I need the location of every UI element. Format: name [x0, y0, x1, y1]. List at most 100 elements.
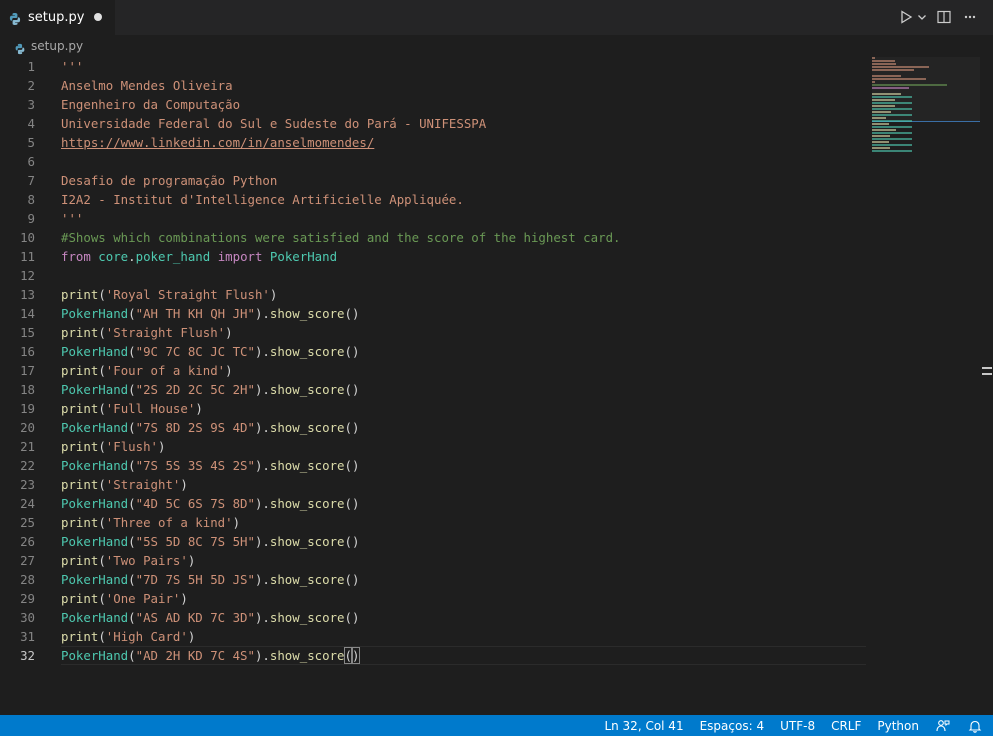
language-mode[interactable]: Python [877, 719, 919, 733]
line-number[interactable]: 17 [0, 361, 48, 380]
line-number[interactable]: 7 [0, 171, 48, 190]
line-number[interactable]: 32 [0, 646, 48, 665]
chevron-down-icon[interactable] [917, 7, 927, 27]
code-line[interactable]: print('Straight Flush') [61, 323, 866, 342]
vertical-scrollbar[interactable] [980, 57, 993, 715]
matched-bracket: ( [343, 647, 354, 664]
line-number[interactable]: 23 [0, 475, 48, 494]
line-number[interactable]: 4 [0, 114, 48, 133]
minimap-line [872, 102, 912, 104]
line-number[interactable]: 12 [0, 266, 48, 285]
line-number[interactable]: 20 [0, 418, 48, 437]
line-number[interactable]: 22 [0, 456, 48, 475]
tab-setup-py[interactable]: setup.py [0, 0, 115, 35]
code-line[interactable]: PokerHand("7S 5S 3S 4S 2S").show_score() [61, 456, 866, 475]
encoding-setting[interactable]: UTF-8 [780, 719, 815, 733]
code-token: print [61, 401, 99, 416]
line-number[interactable]: 10 [0, 228, 48, 247]
line-number[interactable]: 27 [0, 551, 48, 570]
code-line[interactable]: from core.poker_hand import PokerHand [61, 247, 866, 266]
breadcrumb-file[interactable]: setup.py [31, 39, 83, 53]
code-token: . [128, 249, 136, 264]
code-line[interactable]: Anselmo Mendes Oliveira [61, 76, 866, 95]
code-line[interactable]: #Shows which combinations were satisfied… [61, 228, 866, 247]
code-line[interactable]: PokerHand("4D 5C 6S 7S 8D").show_score() [61, 494, 866, 513]
code-line[interactable]: print('Two Pairs') [61, 551, 866, 570]
line-number[interactable]: 24 [0, 494, 48, 513]
line-number[interactable]: 3 [0, 95, 48, 114]
code-line[interactable]: Engenheiro da Computação [61, 95, 866, 114]
breadcrumb[interactable]: setup.py [0, 35, 993, 57]
code-area[interactable]: ''' Anselmo Mendes Oliveira Engenheiro da … [61, 57, 866, 665]
line-number[interactable]: 11 [0, 247, 48, 266]
line-number[interactable]: 9 [0, 209, 48, 228]
code-line[interactable]: Desafio de programação Python [61, 171, 866, 190]
code-line[interactable]: PokerHand("AH TH KH QH JH").show_score() [61, 304, 866, 323]
code-line[interactable]: PokerHand("7S 8D 2S 9S 4D").show_score() [61, 418, 866, 437]
line-number[interactable]: 29 [0, 589, 48, 608]
minimap-line [872, 57, 875, 59]
code-line[interactable]: ''' [61, 57, 866, 76]
code-line[interactable]: print('Flush') [61, 437, 866, 456]
code-line[interactable]: PokerHand("AS AD KD 7C 3D").show_score() [61, 608, 866, 627]
code-line[interactable]: ''' [61, 209, 866, 228]
line-number[interactable]: 8 [0, 190, 48, 209]
line-number[interactable]: 18 [0, 380, 48, 399]
line-number[interactable]: 30 [0, 608, 48, 627]
line-number[interactable]: 21 [0, 437, 48, 456]
code-token: ). [254, 610, 270, 625]
code-line[interactable]: PokerHand("5S 5D 8C 7S 5H").show_score() [61, 532, 866, 551]
code-line[interactable]: print('Full House') [61, 399, 866, 418]
code-line[interactable] [61, 152, 866, 171]
indentation-setting[interactable]: Espaços: 4 [700, 719, 765, 733]
feedback-icon[interactable] [935, 718, 951, 734]
line-number[interactable]: 31 [0, 627, 48, 646]
code-line[interactable]: print('High Card') [61, 627, 866, 646]
code-line[interactable]: I2A2 - Institut d'Intelligence Artificie… [61, 190, 866, 209]
code-token: Engenheiro da Computação [61, 97, 241, 112]
unsaved-dot-icon[interactable] [94, 13, 102, 21]
code-line[interactable]: PokerHand("9C 7C 8C JC TC").show_score() [61, 342, 866, 361]
code-line[interactable]: print('Four of a kind') [61, 361, 866, 380]
line-number[interactable]: 14 [0, 304, 48, 323]
more-actions-icon[interactable] [961, 7, 979, 27]
code-line[interactable]: print('Straight') [61, 475, 866, 494]
line-number[interactable]: 25 [0, 513, 48, 532]
notifications-bell-icon[interactable] [967, 718, 983, 734]
line-number[interactable]: 26 [0, 532, 48, 551]
code-line[interactable]: print('Royal Straight Flush') [61, 285, 866, 304]
line-number[interactable]: 2 [0, 76, 48, 95]
code-token: PokerHand [61, 534, 129, 549]
line-number[interactable]: 16 [0, 342, 48, 361]
line-number[interactable]: 1 [0, 57, 48, 76]
line-number[interactable]: 28 [0, 570, 48, 589]
code-line[interactable]: print('One Pair') [61, 589, 866, 608]
minimap[interactable] [872, 57, 980, 152]
code-line[interactable]: PokerHand("AD 2H KD 7C 4S").show_score() [61, 646, 866, 665]
code-line[interactable] [61, 266, 866, 285]
code-token: 'One Pair' [105, 591, 181, 606]
code-editor[interactable]: 1 2 3 4 5 6 7 8 9 10 11 12 13 14 15 16 17 18 19 20 21 22 23 24 2… [0, 57, 993, 715]
code-token: poker_hand [135, 249, 211, 264]
code-line[interactable]: print('Three of a kind') [61, 513, 866, 532]
code-token: ( [98, 591, 106, 606]
line-ending-setting[interactable]: CRLF [831, 719, 861, 733]
code-token: ) [187, 629, 196, 644]
line-number[interactable]: 6 [0, 152, 48, 171]
code-token: PokerHand [61, 572, 129, 587]
code-line[interactable]: Universidade Federal do Sul e Sudeste do… [61, 114, 866, 133]
line-number[interactable]: 13 [0, 285, 48, 304]
line-number[interactable]: 15 [0, 323, 48, 342]
code-line[interactable]: https://www.linkedin.com/in/anselmomende… [61, 133, 866, 152]
editor-actions [897, 7, 979, 27]
run-icon[interactable] [897, 7, 915, 27]
minimap-line [872, 114, 912, 116]
code-token: "AD 2H KD 7C 4S" [135, 648, 255, 663]
line-number[interactable]: 5 [0, 133, 48, 152]
code-line[interactable]: PokerHand("7D 7S 5H 5D JS").show_score() [61, 570, 866, 589]
code-token: import [217, 249, 263, 264]
line-number[interactable]: 19 [0, 399, 48, 418]
code-line[interactable]: PokerHand("2S 2D 2C 5C 2H").show_score() [61, 380, 866, 399]
split-editor-icon[interactable] [935, 7, 953, 27]
cursor-position[interactable]: Ln 32, Col 41 [604, 719, 683, 733]
